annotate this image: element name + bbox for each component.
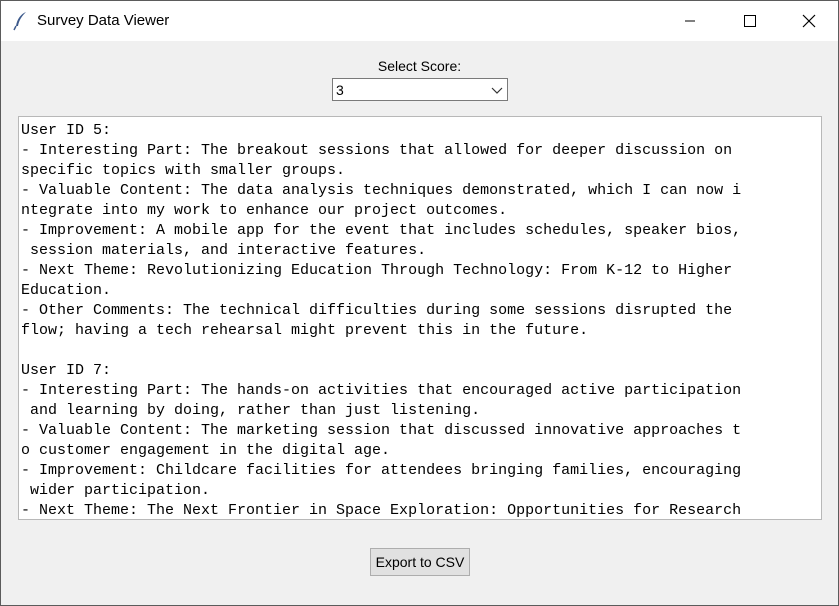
export-csv-button[interactable]: Export to CSV — [370, 548, 470, 576]
select-score-label: Select Score: — [377, 58, 462, 74]
text-line: wider participation. — [21, 482, 211, 499]
score-combobox-value: 3 — [336, 82, 344, 98]
text-line: flow; having a tech rehearsal might prev… — [21, 322, 589, 339]
text-line: - Improvement: Childcare facilities for … — [21, 462, 742, 479]
survey-text-area[interactable]: User ID 5: - Interesting Part: The breako… — [18, 116, 822, 520]
text-line: - Interesting Part: The hands-on activit… — [21, 382, 742, 399]
text-line: - Next Theme: The Next Frontier in Space… — [21, 502, 742, 519]
text-line: - Interesting Part: The breakout session… — [21, 142, 733, 159]
minimize-button[interactable] — [661, 1, 719, 41]
survey-text-content: User ID 5: - Interesting Part: The breako… — [21, 121, 742, 519]
text-line: - Next Theme: Revolutionizing Education … — [21, 262, 733, 279]
text-line: - Valuable Content: The data analysis te… — [21, 182, 742, 199]
text-line: - Other Comments: The technical difficul… — [21, 302, 733, 319]
text-line: - Valuable Content: The marketing sessio… — [21, 422, 742, 439]
text-line: and learning by doing, rather than just … — [21, 402, 481, 419]
title-bar[interactable]: Survey Data Viewer — [1, 1, 838, 41]
text-line: User ID 5: — [21, 122, 112, 139]
text-line — [21, 341, 741, 361]
feather-icon — [13, 11, 29, 31]
app-window: Survey Data Viewer Select Score: 3 User … — [0, 0, 839, 606]
minimize-icon — [685, 20, 695, 22]
text-line: specific topics with smaller groups. — [21, 162, 346, 179]
text-line: session materials, and interactive featu… — [21, 242, 427, 259]
chevron-down-icon[interactable] — [491, 84, 503, 96]
score-combobox[interactable]: 3 — [332, 78, 508, 101]
text-line: Education. — [21, 282, 112, 299]
text-line: User ID 7: — [21, 362, 112, 379]
close-button[interactable] — [780, 1, 838, 41]
maximize-icon — [744, 15, 756, 27]
window-title: Survey Data Viewer — [37, 12, 170, 29]
maximize-button[interactable] — [721, 1, 779, 41]
text-line: o customer engagement in the digital age… — [21, 442, 391, 459]
text-line: ntegrate into my work to enhance our pro… — [21, 202, 508, 219]
text-line: - Improvement: A mobile app for the even… — [21, 222, 742, 239]
close-icon — [802, 14, 816, 28]
